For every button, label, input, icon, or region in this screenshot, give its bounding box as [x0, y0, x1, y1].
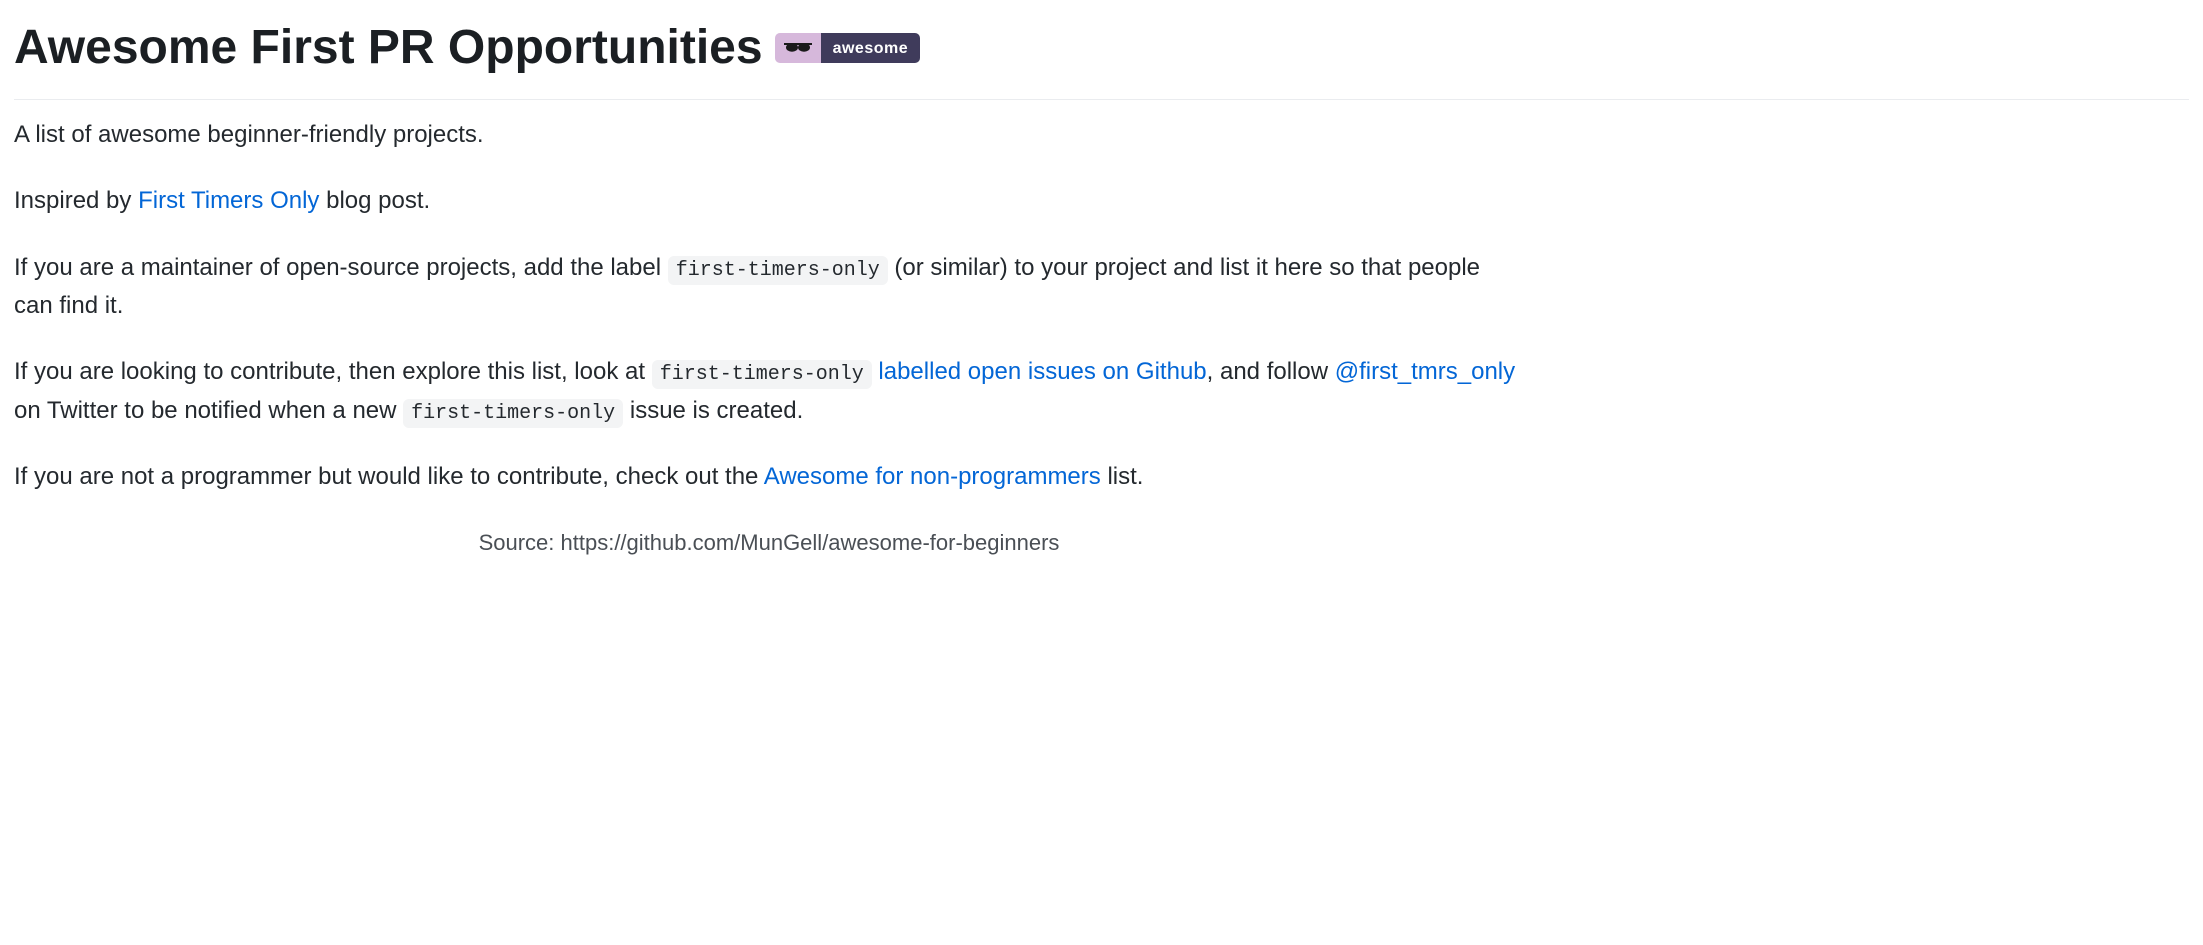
contribute-mid1: , and follow	[1207, 358, 1335, 385]
badge-label: awesome	[821, 33, 921, 63]
awesome-badge[interactable]: awesome	[775, 33, 921, 63]
inspired-suffix: blog post.	[319, 187, 430, 214]
first-timers-only-code: first-timers-only	[668, 256, 888, 285]
first-timers-only-link[interactable]: First Timers Only	[138, 187, 319, 214]
awesome-non-programmers-link[interactable]: Awesome for non-programmers	[764, 463, 1101, 490]
nonprog-suffix: list.	[1101, 463, 1144, 490]
inspired-paragraph: Inspired by First Timers Only blog post.	[14, 182, 1524, 220]
maintainers-prefix: If you are a maintainer of open-source p…	[14, 254, 668, 281]
nonprogrammers-paragraph: If you are not a programmer but would li…	[14, 458, 1524, 496]
contribute-paragraph: If you are looking to contribute, then e…	[14, 353, 1524, 430]
maintainers-paragraph: If you are a maintainer of open-source p…	[14, 249, 1524, 326]
page-title: Awesome First PR Opportunities awesome	[14, 10, 2189, 100]
nonprog-prefix: If you are not a programmer but would li…	[14, 463, 764, 490]
title-text: Awesome First PR Opportunities	[14, 10, 763, 87]
contribute-suffix: issue is created.	[623, 397, 803, 424]
first-timers-only-code-3: first-timers-only	[403, 399, 623, 428]
first-timers-only-code-2: first-timers-only	[652, 360, 872, 389]
labelled-open-issues-link[interactable]: labelled open issues on Github	[872, 358, 1207, 385]
sunglasses-icon	[775, 33, 821, 63]
contribute-mid2: on Twitter to be notified when a new	[14, 397, 403, 424]
first-tmrs-only-twitter-link[interactable]: @first_tmrs_only	[1335, 358, 1515, 385]
source-line: Source: https://github.com/MunGell/aweso…	[14, 525, 1524, 560]
intro-paragraph: A list of awesome beginner-friendly proj…	[14, 116, 1524, 154]
contribute-prefix: If you are looking to contribute, then e…	[14, 358, 652, 385]
inspired-prefix: Inspired by	[14, 187, 138, 214]
